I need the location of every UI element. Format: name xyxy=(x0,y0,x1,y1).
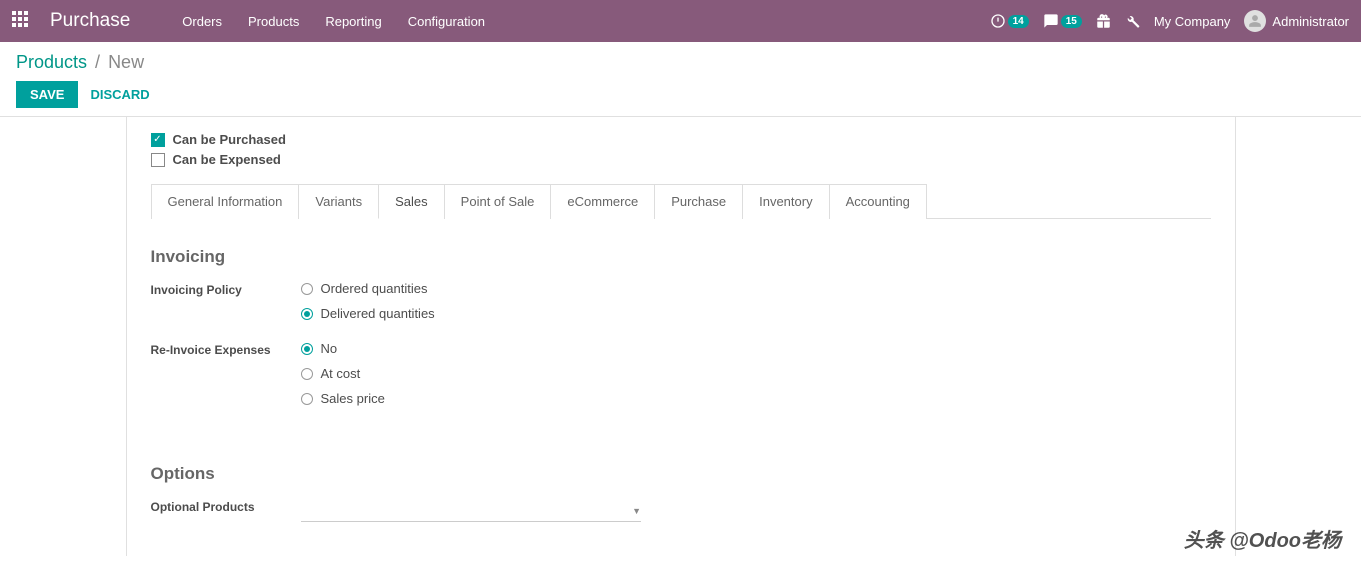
avatar-icon xyxy=(1244,10,1266,32)
tools-icon[interactable] xyxy=(1125,14,1140,29)
radio-icon xyxy=(301,393,313,405)
optional-products-input[interactable] xyxy=(301,498,641,522)
activity-icon[interactable]: 14 xyxy=(990,13,1029,29)
company-switcher[interactable]: My Company xyxy=(1154,14,1231,29)
nav-reporting[interactable]: Reporting xyxy=(313,8,393,35)
tab-point-of-sale[interactable]: Point of Sale xyxy=(444,184,552,219)
tab-content: Invoicing Invoicing Policy Ordered quant… xyxy=(151,219,1211,522)
discard-button[interactable]: DISCARD xyxy=(90,87,149,102)
can-be-expensed-label: Can be Expensed xyxy=(173,152,281,167)
tab-ecommerce[interactable]: eCommerce xyxy=(550,184,655,219)
radio-ordered-quantities[interactable]: Ordered quantities xyxy=(301,281,1211,296)
reinvoice-label: Re-Invoice Expenses xyxy=(151,341,301,416)
nav-products[interactable]: Products xyxy=(236,8,311,35)
checkbox-icon[interactable]: ✓ xyxy=(151,133,165,147)
checkbox-icon[interactable] xyxy=(151,153,165,167)
breadcrumb-current: New xyxy=(108,52,144,73)
top-navbar: Purchase Orders Products Reporting Confi… xyxy=(0,0,1361,42)
radio-at-cost[interactable]: At cost xyxy=(301,366,1211,381)
user-menu[interactable]: Administrator xyxy=(1244,10,1349,32)
breadcrumb: Products / New xyxy=(16,52,1345,73)
can-be-expensed-row[interactable]: Can be Expensed xyxy=(151,152,1211,167)
can-be-purchased-row[interactable]: ✓ Can be Purchased xyxy=(151,132,1211,147)
nav-orders[interactable]: Orders xyxy=(170,8,234,35)
tab-general-information[interactable]: General Information xyxy=(151,184,300,219)
breadcrumb-parent[interactable]: Products xyxy=(16,52,87,73)
invoicing-title: Invoicing xyxy=(151,247,1211,267)
radio-delivered-quantities[interactable]: Delivered quantities xyxy=(301,306,1211,321)
invoicing-policy-field: Invoicing Policy Ordered quantities Deli… xyxy=(151,281,1211,331)
gift-icon[interactable] xyxy=(1096,14,1111,29)
tab-purchase[interactable]: Purchase xyxy=(654,184,743,219)
optional-products-field: Optional Products ▼ xyxy=(151,498,1211,522)
message-badge: 15 xyxy=(1061,15,1082,28)
tab-accounting[interactable]: Accounting xyxy=(829,184,927,219)
tab-variants[interactable]: Variants xyxy=(298,184,379,219)
radio-icon xyxy=(301,283,313,295)
tabs: General Information Variants Sales Point… xyxy=(151,183,1211,219)
options-title: Options xyxy=(151,464,1211,484)
invoicing-policy-label: Invoicing Policy xyxy=(151,281,301,331)
radio-sales-price[interactable]: Sales price xyxy=(301,391,1211,406)
optional-products-label: Optional Products xyxy=(151,498,301,522)
tab-inventory[interactable]: Inventory xyxy=(742,184,829,219)
apps-icon[interactable] xyxy=(12,11,32,31)
reinvoice-field: Re-Invoice Expenses No At cost Sales pri… xyxy=(151,341,1211,416)
form-scroll[interactable]: ✓ Can be Purchased Can be Expensed Gener… xyxy=(0,117,1361,556)
nav-configuration[interactable]: Configuration xyxy=(396,8,497,35)
app-brand: Purchase xyxy=(50,10,130,32)
form-sheet: ✓ Can be Purchased Can be Expensed Gener… xyxy=(126,117,1236,556)
control-panel: Products / New SAVE DISCARD xyxy=(0,42,1361,117)
radio-icon xyxy=(301,343,313,355)
nav-menu: Orders Products Reporting Configuration xyxy=(170,8,497,35)
can-be-purchased-label: Can be Purchased xyxy=(173,132,286,147)
activity-badge: 14 xyxy=(1008,15,1029,28)
radio-no[interactable]: No xyxy=(301,341,1211,356)
tab-sales[interactable]: Sales xyxy=(378,184,445,219)
save-button[interactable]: SAVE xyxy=(16,81,78,108)
systray: 14 15 My Company Administrator xyxy=(990,10,1349,32)
radio-icon xyxy=(301,368,313,380)
message-icon[interactable]: 15 xyxy=(1043,13,1082,29)
radio-icon xyxy=(301,308,313,320)
